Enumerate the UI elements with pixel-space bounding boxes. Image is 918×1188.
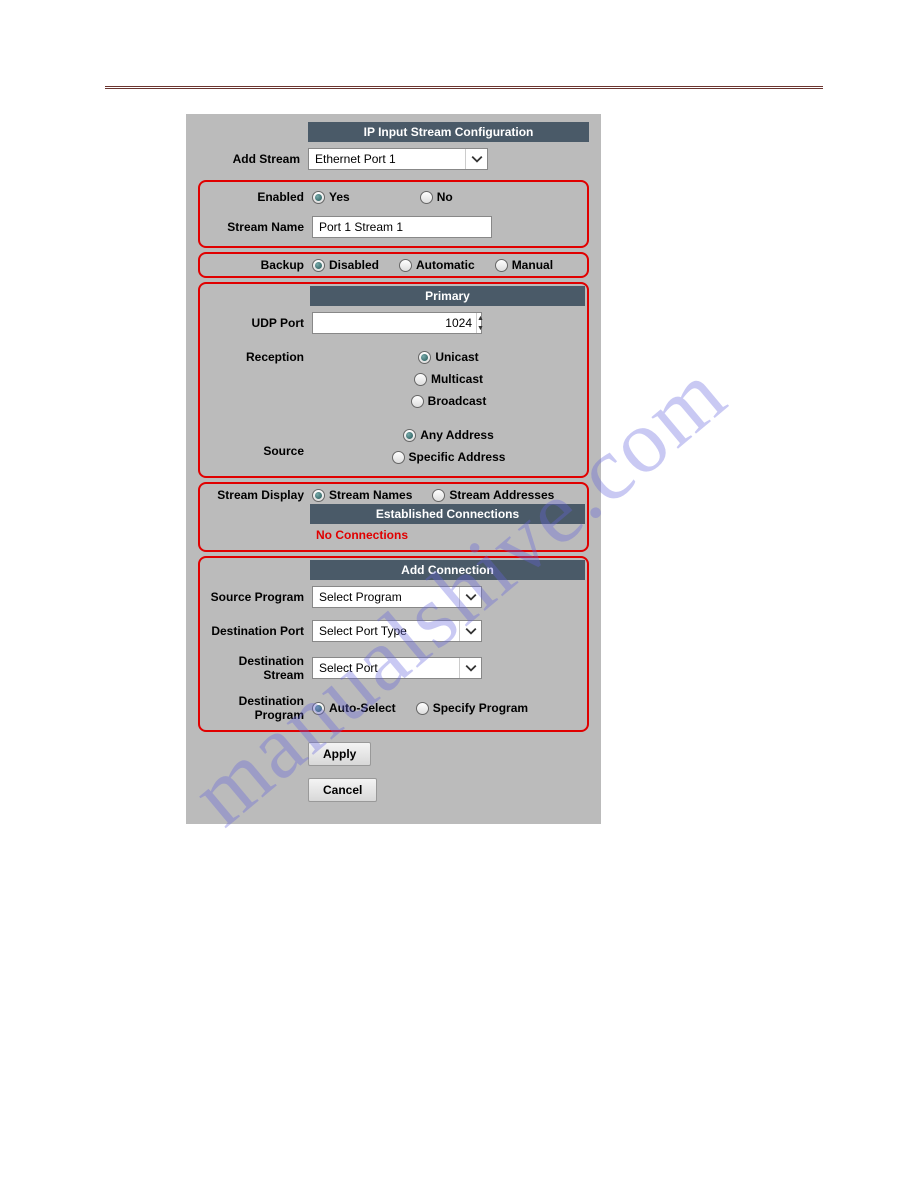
udp-port-field[interactable]: [313, 313, 476, 333]
label-source-program: Source Program: [202, 590, 312, 604]
radio-enabled-yes[interactable]: Yes: [312, 190, 350, 204]
group-backup: Backup Disabled Automatic Manual: [198, 252, 589, 278]
label-stream-name: Stream Name: [202, 220, 312, 234]
udp-port-spinner[interactable]: ▲▼: [476, 313, 484, 333]
primary-header: Primary: [310, 286, 585, 306]
group-primary: Primary UDP Port ▲▼ Reception Unicast Mu…: [198, 282, 589, 478]
established-header: Established Connections: [310, 504, 585, 524]
label-backup: Backup: [202, 258, 312, 272]
dest-stream-value: Select Port: [313, 661, 459, 675]
radio-backup-disabled[interactable]: Disabled: [312, 258, 379, 272]
radio-display-names[interactable]: Stream Names: [312, 488, 412, 502]
source-program-select[interactable]: Select Program: [312, 586, 482, 608]
chevron-down-icon: [459, 658, 481, 678]
label-reception: Reception: [202, 346, 312, 364]
radio-reception-unicast[interactable]: Unicast: [418, 350, 478, 364]
no-connections-text: No Connections: [316, 524, 585, 548]
add-stream-value: Ethernet Port 1: [309, 152, 465, 166]
group-stream-display: Stream Display Stream Names Stream Addre…: [198, 482, 589, 552]
label-dest-stream: Destination Stream: [202, 654, 312, 682]
label-stream-display: Stream Display: [202, 488, 312, 502]
radio-backup-manual[interactable]: Manual: [495, 258, 553, 272]
udp-port-input[interactable]: ▲▼: [312, 312, 482, 334]
add-connection-header: Add Connection: [310, 560, 585, 580]
source-program-value: Select Program: [313, 590, 459, 604]
label-dest-program: Destination Program: [202, 694, 312, 722]
radio-dest-specify[interactable]: Specify Program: [416, 701, 528, 715]
button-row: Apply Cancel: [308, 736, 589, 808]
radio-source-specific[interactable]: Specific Address: [392, 450, 506, 464]
chevron-down-icon: [459, 587, 481, 607]
radio-source-any[interactable]: Any Address: [403, 428, 494, 442]
dest-port-select[interactable]: Select Port Type: [312, 620, 482, 642]
stream-name-input[interactable]: [312, 216, 492, 238]
add-stream-select[interactable]: Ethernet Port 1: [308, 148, 488, 170]
label-dest-port: Destination Port: [202, 624, 312, 638]
radio-enabled-no[interactable]: No: [420, 190, 453, 204]
dest-port-value: Select Port Type: [313, 624, 459, 638]
dest-stream-select[interactable]: Select Port: [312, 657, 482, 679]
cancel-button[interactable]: Cancel: [308, 778, 377, 802]
radio-backup-automatic[interactable]: Automatic: [399, 258, 475, 272]
row-add-stream: Add Stream Ethernet Port 1: [198, 142, 589, 176]
chevron-down-icon: [465, 149, 487, 169]
page-divider: [105, 86, 823, 90]
radio-reception-multicast[interactable]: Multicast: [414, 372, 483, 386]
config-panel: IP Input Stream Configuration Add Stream…: [186, 114, 601, 824]
label-enabled: Enabled: [202, 190, 312, 204]
radio-dest-auto[interactable]: Auto-Select: [312, 701, 396, 715]
radio-display-addresses[interactable]: Stream Addresses: [432, 488, 554, 502]
panel-title: IP Input Stream Configuration: [308, 122, 589, 142]
chevron-down-icon: [459, 621, 481, 641]
label-source: Source: [202, 424, 312, 458]
label-add-stream: Add Stream: [198, 152, 308, 166]
radio-reception-broadcast[interactable]: Broadcast: [411, 394, 487, 408]
label-udp-port: UDP Port: [202, 316, 312, 330]
apply-button[interactable]: Apply: [308, 742, 371, 766]
group-add-connection: Add Connection Source Program Select Pro…: [198, 556, 589, 732]
group-enabled-name: Enabled Yes No Stream Name: [198, 180, 589, 248]
